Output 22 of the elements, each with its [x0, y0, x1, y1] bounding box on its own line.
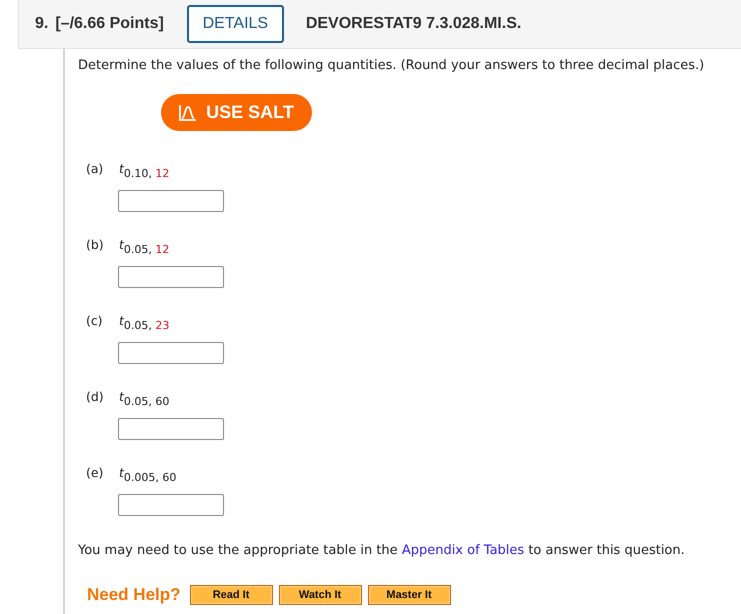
- instructions-text: Determine the values of the following quantities. (Round your answers to three decimal places.): [78, 57, 706, 75]
- help-button[interactable]: Watch It: [278, 585, 362, 605]
- answer-field[interactable]: [118, 190, 224, 212]
- help-button[interactable]: Master It: [368, 585, 451, 605]
- part-label: (e): [86, 465, 104, 480]
- question-number: 9.: [35, 15, 48, 33]
- points-label: [–/6.66 Points]: [55, 15, 164, 33]
- part-label: (c): [86, 313, 104, 328]
- answer-field[interactable]: [118, 494, 224, 516]
- answer-field[interactable]: [118, 342, 224, 364]
- question-code: DEVORESTAT9 7.3.028.MI.S.: [306, 15, 522, 33]
- help-button[interactable]: Read It: [190, 585, 273, 605]
- appendix-note-text: You may need to use the appropriate table in the Appendix of Tables to answer this question.: [78, 542, 686, 560]
- answer-field[interactable]: [118, 266, 224, 288]
- details-button[interactable]: DETAILS: [186, 5, 284, 43]
- part-label: (b): [86, 237, 105, 252]
- appendix-link[interactable]: Appendix of Tables: [402, 543, 524, 558]
- distribution-curve-icon: [179, 104, 198, 120]
- answer-field[interactable]: [118, 418, 224, 440]
- part-label: (a): [86, 161, 104, 176]
- part-label: (d): [86, 389, 105, 404]
- need-help-label: Need Help?: [87, 585, 181, 605]
